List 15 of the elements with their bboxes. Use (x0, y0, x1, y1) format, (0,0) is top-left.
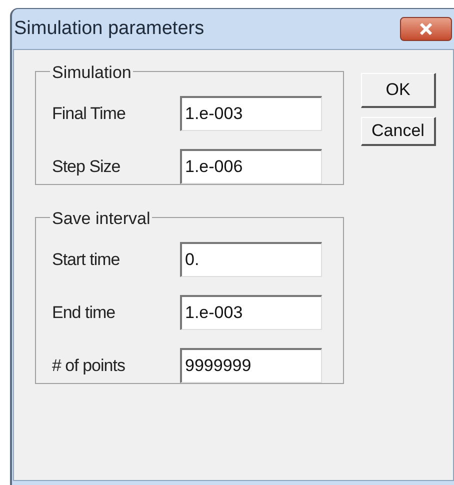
dialog-button[interactable]: Cancel (361, 117, 436, 146)
close-button[interactable] (400, 17, 452, 41)
input-field[interactable]: 1.e-006 (180, 149, 322, 184)
close-icon (418, 23, 434, 35)
input-field[interactable]: 1.e-003 (180, 96, 322, 131)
field-label: Step Size (52, 156, 122, 178)
input-field[interactable]: 9999999 (180, 348, 322, 383)
input-field[interactable]: 0. (180, 242, 322, 277)
window-title: Simulation parameters (14, 16, 204, 41)
dialog-button[interactable]: OK (361, 73, 436, 108)
field-label: Start time (52, 248, 121, 271)
input-field[interactable]: 1.e-003 (180, 295, 322, 330)
field-label: Final Time (52, 102, 126, 125)
field-label: End time (52, 302, 116, 324)
field-label: # of points (52, 354, 126, 377)
